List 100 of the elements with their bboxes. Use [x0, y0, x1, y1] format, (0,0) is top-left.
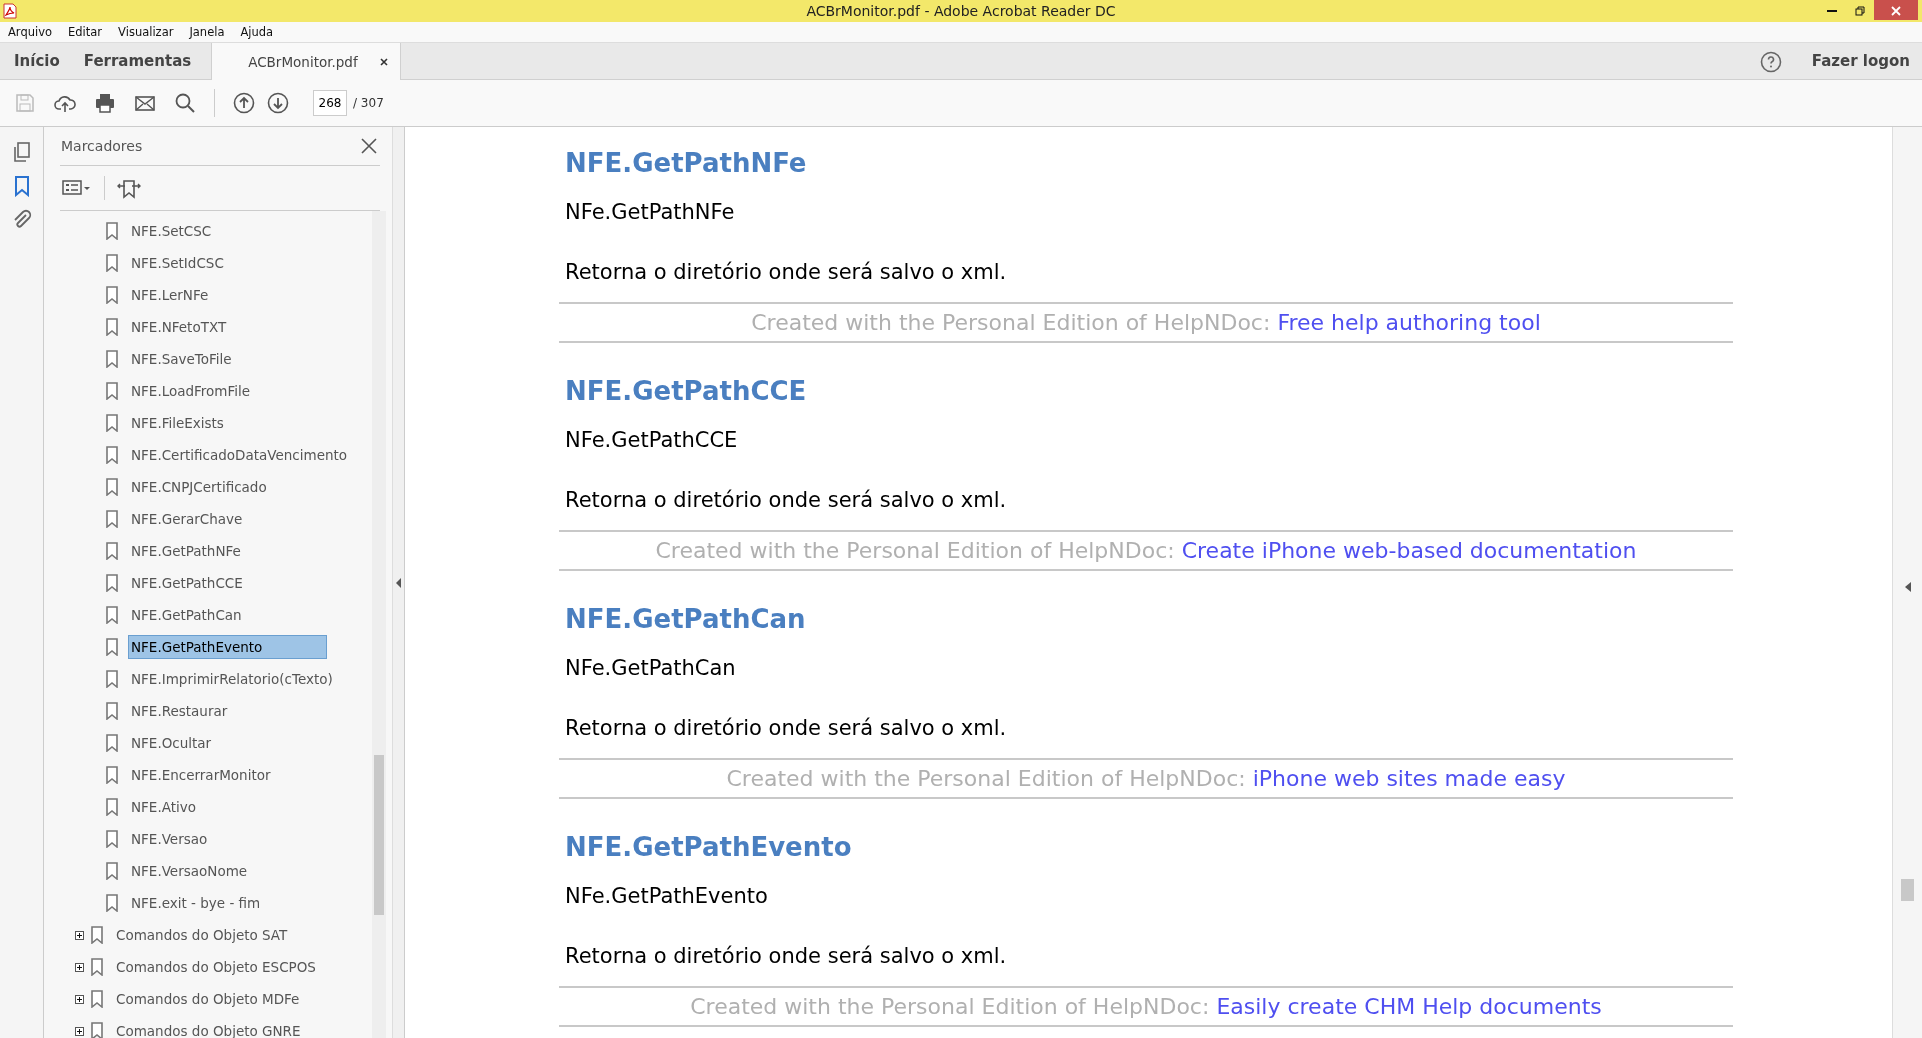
bookmark-icon	[105, 638, 119, 656]
bookmark-item[interactable]: NFE.exit - bye - fim	[129, 891, 263, 915]
footer-text: Created with the Personal Edition of HelpNDoc: iPhone web sites made easy	[726, 765, 1566, 793]
footer-text: Created with the Personal Edition of HelpNDoc: Easily create CHM Help documents	[690, 993, 1602, 1021]
bookmark-item[interactable]: NFE.EncerrarMonitor	[129, 763, 273, 787]
page-count: / 307	[353, 95, 384, 112]
expand-icon[interactable]	[75, 994, 84, 1004]
bookmark-icon	[105, 286, 119, 304]
panel-title: Marcadores	[61, 136, 143, 156]
description-text: Retorna o diretório onde será salvo o xml.	[564, 943, 1008, 970]
bookmark-item[interactable]: NFE.GetPathCCE	[129, 571, 245, 595]
document-tab[interactable]: ACBrMonitor.pdf	[211, 43, 401, 81]
bookmark-icon	[105, 510, 119, 528]
description-text: Retorna o diretório onde será salvo o xml.	[564, 259, 1008, 286]
topic-heading: NFE.GetPathCan	[564, 603, 807, 635]
bookmark-icon	[105, 478, 119, 496]
menu-item[interactable]: Editar	[60, 22, 111, 42]
bookmark-item[interactable]: NFE.Restaurar	[129, 699, 230, 723]
bookmark-arrows-icon	[117, 177, 141, 199]
sign-in-button[interactable]: Fazer logon	[1799, 43, 1922, 80]
previous-page-button[interactable]	[233, 92, 255, 114]
footer-link[interactable]: Free help authoring tool	[1277, 310, 1541, 335]
bookmark-item[interactable]: NFE.GetPathCan	[129, 603, 244, 627]
bookmark-icon	[105, 382, 119, 400]
bookmark-item[interactable]: NFE.ImprimirRelatorio(cTexto)	[129, 667, 335, 691]
next-page-button[interactable]	[267, 92, 289, 114]
expand-icon[interactable]	[75, 962, 84, 972]
bookmark-item[interactable]: Comandos do Objeto SAT	[114, 923, 290, 947]
code-text: NFe.GetPathEvento	[564, 883, 769, 910]
bookmark-item[interactable]: NFE.Ativo	[129, 795, 198, 819]
bookmark-icon	[105, 350, 119, 368]
bookmark-item[interactable]: NFE.NFetoTXT	[129, 315, 229, 339]
expand-icon[interactable]	[75, 1026, 84, 1036]
code-text: NFe.GetPathCCE	[564, 427, 739, 454]
bookmark-icon	[90, 990, 104, 1008]
bookmark-item[interactable]: NFE.CNPJCertificado	[129, 475, 269, 499]
expand-bookmark-button[interactable]	[117, 177, 141, 199]
bookmark-item[interactable]: NFE.CertificadoDataVencimento	[129, 443, 350, 467]
scrollbar[interactable]	[372, 211, 386, 1038]
close-icon	[360, 137, 378, 155]
bookmark-item[interactable]: NFE.GetPathNFe	[129, 539, 243, 563]
bookmark-item[interactable]: NFE.SetCSC	[129, 219, 214, 243]
scrollbar-thumb[interactable]	[374, 755, 384, 915]
help-icon	[1759, 50, 1782, 73]
page-number-field[interactable]: 268	[313, 90, 347, 116]
scrollbar[interactable]	[1892, 127, 1922, 1038]
bookmark-icon	[105, 766, 119, 784]
options-button[interactable]	[62, 178, 92, 198]
bookmark-icon	[105, 446, 119, 464]
footer-link[interactable]: Create iPhone web-based documentation	[1181, 538, 1637, 563]
footer-link[interactable]: iPhone web sites made easy	[1252, 766, 1566, 791]
search-button[interactable]	[174, 92, 196, 114]
search-icon	[174, 92, 196, 114]
bookmark-item[interactable]: NFE.GetPathEvento	[129, 635, 326, 659]
bookmark-item[interactable]: NFE.GerarChave	[129, 507, 245, 531]
close-panel-button[interactable]	[360, 137, 378, 155]
nav-tab[interactable]: Início	[2, 43, 72, 80]
bookmark-icon	[105, 222, 119, 240]
expand-icon[interactable]	[75, 930, 84, 940]
pdf-file-icon	[3, 3, 17, 19]
print-button[interactable]	[94, 92, 116, 114]
description-text: Retorna o diretório onde será salvo o xml.	[564, 715, 1008, 742]
close-icon	[1891, 5, 1901, 16]
bookmark-item[interactable]: NFE.Versao	[129, 827, 210, 851]
menu-item[interactable]: Visualizar	[110, 22, 182, 42]
bookmark-icon	[105, 318, 119, 336]
bookmark-icon	[105, 606, 119, 624]
footer-text: Created with the Personal Edition of HelpNDoc: Create iPhone web-based documentation	[655, 537, 1637, 565]
bookmark-icon	[105, 574, 119, 592]
bookmark-item[interactable]: Comandos do Objeto MDFe	[114, 987, 302, 1011]
bookmark-item[interactable]: NFE.Ocultar	[129, 731, 214, 755]
close-icon[interactable]	[379, 58, 388, 66]
topic-heading: NFE.GetPathEvento	[564, 831, 853, 863]
bookmark-item[interactable]: NFE.FileExists	[129, 411, 226, 435]
bookmark-item[interactable]: Comandos do Objeto ESCPOS	[114, 955, 318, 979]
description-text: Retorna o diretório onde será salvo o xml.	[564, 487, 1008, 514]
bookmark-icon	[90, 958, 104, 976]
bookmark-icon	[105, 254, 119, 272]
list-options-icon	[62, 178, 92, 198]
menu-item[interactable]: Janela	[181, 22, 233, 42]
window-title: ACBrMonitor.pdf - Adobe Acrobat Reader DC	[806, 2, 1116, 21]
bookmark-item[interactable]: NFE.LoadFromFile	[129, 379, 253, 403]
nav-tab[interactable]: Ferramentas	[71, 43, 204, 80]
minimize-icon	[1827, 9, 1837, 12]
bookmark-icon	[105, 734, 119, 752]
close-button[interactable]	[1874, 0, 1918, 20]
bookmark-item[interactable]: NFE.SetIdCSC	[129, 251, 226, 275]
menu-item[interactable]: Arquivo	[0, 22, 61, 42]
scrollbar-thumb[interactable]	[1901, 879, 1914, 901]
bookmark-icon	[105, 830, 119, 848]
menu-item[interactable]: Ajuda	[232, 22, 282, 42]
bookmark-item[interactable]: Comandos do Objeto GNRE	[114, 1019, 303, 1038]
bookmark-item[interactable]: NFE.VersaoNome	[129, 859, 250, 883]
bookmark-icon	[105, 862, 119, 880]
footer-link[interactable]: Easily create CHM Help documents	[1216, 994, 1602, 1019]
expand-arrow-icon[interactable]	[1905, 582, 1911, 592]
bookmark-item[interactable]: NFE.SaveToFile	[129, 347, 234, 371]
save-icon	[14, 92, 36, 114]
collapse-arrow-icon[interactable]	[395, 577, 402, 588]
bookmark-item[interactable]: NFE.LerNFe	[129, 283, 211, 307]
